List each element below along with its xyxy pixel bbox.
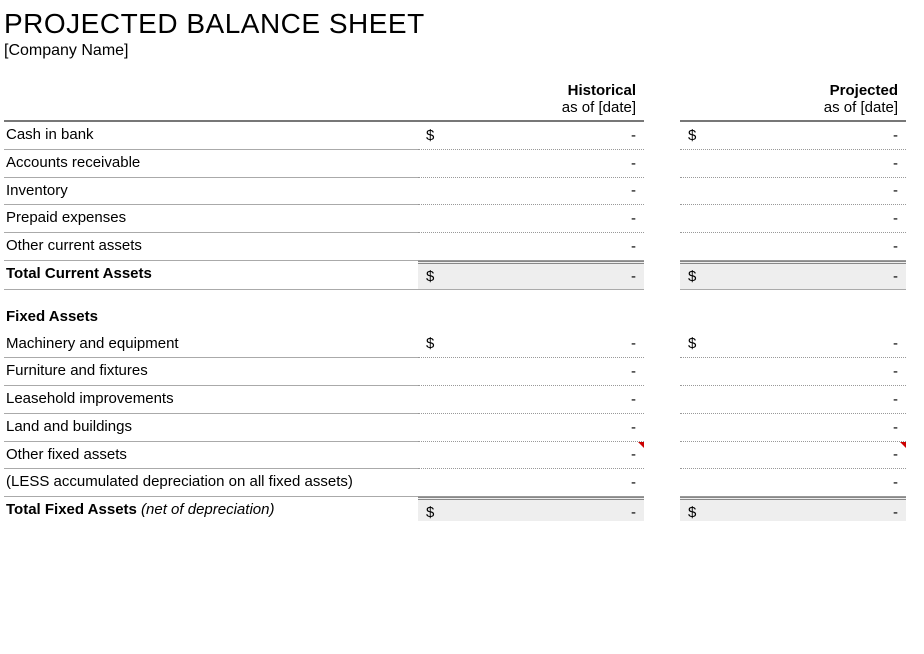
row-label: Land and buildings	[4, 414, 418, 442]
row-label: Other fixed assets	[4, 442, 418, 470]
row-label: Prepaid expenses	[4, 205, 418, 233]
row-cash-in-bank: Cash in bank $- $-	[4, 120, 912, 150]
section-title: Fixed Assets	[4, 290, 418, 331]
col-header-title: Projected	[830, 82, 898, 99]
cell-historical[interactable]: $-	[418, 120, 644, 150]
row-furniture-fixtures: Furniture and fixtures - -	[4, 358, 912, 386]
row-accounts-receivable: Accounts receivable - -	[4, 150, 912, 178]
row-total-fixed-assets: Total Fixed Assets (net of depreciation)…	[4, 497, 912, 521]
cell-projected-total: $-	[680, 261, 906, 290]
row-leasehold-improvements: Leasehold improvements - -	[4, 386, 912, 414]
cell-projected[interactable]: $-	[680, 331, 906, 359]
cell-historical-total: $-	[418, 261, 644, 290]
row-label: Machinery and equipment	[4, 331, 418, 359]
row-label: Total Current Assets	[4, 261, 418, 290]
row-label: Cash in bank	[4, 120, 418, 150]
col-header-title: Historical	[568, 82, 636, 99]
row-machinery-equipment: Machinery and equipment $- $-	[4, 331, 912, 359]
row-other-fixed-assets: Other fixed assets - -	[4, 442, 912, 470]
cell-projected[interactable]: -	[680, 233, 906, 261]
cell-historical[interactable]: -	[418, 233, 644, 261]
row-land-buildings: Land and buildings - -	[4, 414, 912, 442]
cell-historical[interactable]: -	[418, 150, 644, 178]
cell-projected[interactable]: -	[680, 150, 906, 178]
row-label: (LESS accumulated depreciation on all fi…	[4, 469, 418, 497]
row-label: Furniture and fixtures	[4, 358, 418, 386]
company-name: [Company Name]	[4, 42, 912, 60]
page-title: PROJECTED BALANCE SHEET	[4, 8, 912, 40]
cell-historical[interactable]: -	[418, 178, 644, 206]
cell-projected[interactable]: -	[680, 358, 906, 386]
cell-historical[interactable]: -	[418, 358, 644, 386]
cell-projected[interactable]: -	[680, 442, 906, 470]
cell-historical-total: $-	[418, 497, 644, 521]
row-other-current-assets: Other current assets - -	[4, 233, 912, 261]
cell-projected[interactable]: -	[680, 205, 906, 233]
column-header-row: Historical as of [date] Projected as of …	[4, 78, 912, 120]
cell-historical[interactable]: -	[418, 442, 644, 470]
cell-projected[interactable]: -	[680, 178, 906, 206]
comment-marker-icon[interactable]	[638, 442, 644, 448]
row-inventory: Inventory - -	[4, 178, 912, 206]
row-label: Other current assets	[4, 233, 418, 261]
cell-projected[interactable]: -	[680, 469, 906, 497]
row-label: Inventory	[4, 178, 418, 206]
comment-marker-icon[interactable]	[900, 442, 906, 448]
cell-historical[interactable]: $-	[418, 331, 644, 359]
row-total-current-assets: Total Current Assets $- $-	[4, 261, 912, 290]
col-header-sub: as of [date]	[824, 99, 898, 116]
section-fixed-assets: Fixed Assets	[4, 290, 912, 331]
col-header-sub: as of [date]	[562, 99, 636, 116]
row-label: Leasehold improvements	[4, 386, 418, 414]
row-label: Total Fixed Assets (net of depreciation)	[4, 497, 418, 521]
row-prepaid-expenses: Prepaid expenses - -	[4, 205, 912, 233]
col-header-historical: Historical as of [date]	[418, 78, 644, 120]
col-header-projected: Projected as of [date]	[680, 78, 906, 120]
cell-historical[interactable]: -	[418, 469, 644, 497]
cell-projected[interactable]: $-	[680, 120, 906, 150]
row-less-depreciation: (LESS accumulated depreciation on all fi…	[4, 469, 912, 497]
cell-projected[interactable]: -	[680, 414, 906, 442]
balance-sheet-table: Historical as of [date] Projected as of …	[4, 78, 912, 521]
cell-projected-total: $-	[680, 497, 906, 521]
cell-historical[interactable]: -	[418, 414, 644, 442]
row-label: Accounts receivable	[4, 150, 418, 178]
cell-historical[interactable]: -	[418, 205, 644, 233]
cell-historical[interactable]: -	[418, 386, 644, 414]
cell-projected[interactable]: -	[680, 386, 906, 414]
